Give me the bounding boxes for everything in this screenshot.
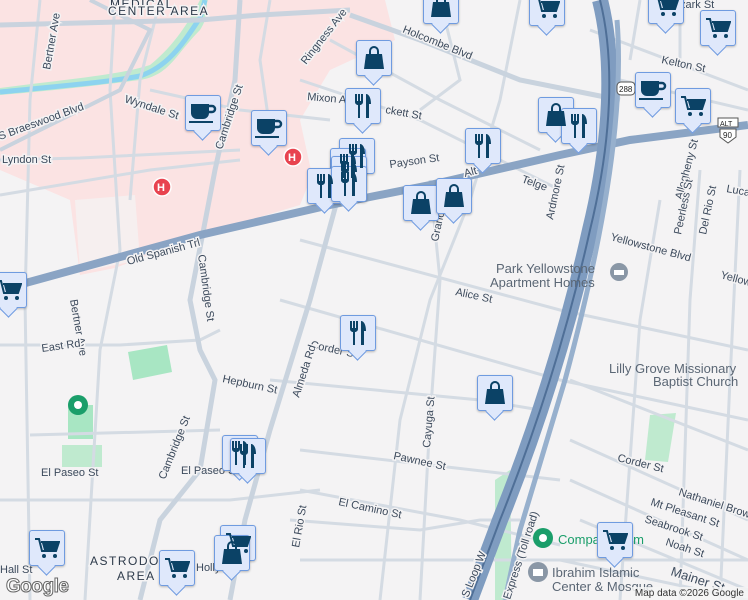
street-label: Cayuga St [421,396,437,448]
coffee-icon [639,78,667,102]
street-label: Payson St [389,152,440,171]
street-label: Hepburn St [221,373,278,396]
grocery-cart-icon [164,557,190,579]
grocery-cart-icon [0,279,22,301]
restaurant-marker[interactable] [331,166,367,202]
street-label: H [157,182,165,194]
grocery-cart-icon [34,537,60,559]
hospital-icon[interactable]: H [152,177,172,197]
street-label: Hall St [0,564,32,576]
restaurant-marker[interactable] [340,315,376,351]
grocery-cart-marker[interactable] [675,88,711,124]
grocery-cart-marker[interactable] [159,550,195,586]
restaurant-marker[interactable] [345,88,381,124]
highway-288 [462,0,621,600]
restaurant-marker[interactable] [465,128,501,164]
poi-park-yellowstone[interactable]: Park Yellowstone [496,261,595,276]
shopping-bag-icon [221,541,243,565]
street-label: 90 [723,131,732,140]
shopping-bag-marker[interactable] [436,178,472,214]
shopping-bag-icon [545,103,567,127]
park [62,445,102,467]
google-logo: Google [5,576,69,598]
grocery-cart-marker[interactable] [529,0,565,26]
poi-park-yellowstone-2[interactable]: Apartment Homes [490,275,595,290]
shopping-bag-marker[interactable] [356,40,392,76]
street-label: Telge [520,174,549,194]
grocery-cart-marker[interactable] [597,522,633,558]
street-label: Pawnee St [392,450,447,473]
grocery-cart-marker[interactable] [29,530,65,566]
museum-icon [610,263,628,281]
restaurant-icon [339,171,359,197]
shopping-bag-marker[interactable] [477,375,513,411]
shopping-bag-icon [410,191,432,215]
park [128,345,172,380]
shopping-bag-icon [363,46,385,70]
coffee-icon [189,101,217,125]
shopping-bag-icon [430,0,452,18]
grocery-cart-icon [534,0,560,19]
poi-mosque[interactable]: Ibrahim Islamic [552,565,640,580]
restaurant-icon [569,113,589,139]
street-label: ALT [720,121,733,128]
shopping-bag-marker[interactable] [423,0,459,24]
grocery-cart-icon [680,95,706,117]
grocery-cart-icon [602,529,628,551]
street-label: ckett St [384,104,422,122]
street-label: Del Rio St [697,185,719,236]
street-label: El Camino St [337,496,402,521]
grocery-cart-marker[interactable] [648,0,684,24]
street-label: El Rio St [290,504,309,548]
street-label: 288 [619,85,633,94]
street-label: Lyndon St [2,154,51,166]
coffee-icon [255,116,283,140]
highway-288-shield: 288 [616,81,636,96]
mosque-icon [528,562,548,582]
street-label: Luca [725,183,748,199]
area-label-astrodome-2: AREA [117,569,156,583]
restaurant-icon [473,133,493,159]
shopping-bag-icon [443,184,465,208]
restaurant-icon [353,93,373,119]
poi-lilly-grove-2[interactable]: Baptist Church [653,374,738,389]
area-label-medical-2: CENTER AREA [108,4,209,18]
grocery-cart-marker[interactable] [0,272,27,308]
street-label: El Paseo St [41,467,98,479]
coffee-marker[interactable] [251,110,287,146]
street-label: H [288,152,296,164]
restaurant-icon [238,443,258,469]
coffee-marker[interactable] [635,72,671,108]
coffee-marker[interactable] [185,95,221,131]
alt-90-shield: ALT 90 [717,117,739,144]
restaurant-icon [348,320,368,346]
street-label: Ardmore St [544,164,567,221]
grocery-cart-icon [705,17,731,39]
park-pin-icon [68,395,88,415]
street-label: Mixon A [307,91,348,106]
restaurant-icon [315,173,335,199]
street-label: East Rd [41,338,81,355]
street-label: Cambridge St [195,254,216,322]
hospital-icon[interactable]: H [283,147,303,167]
shopping-bag-marker[interactable] [403,185,439,221]
attribution[interactable]: Map data ©2026 Google [630,587,748,600]
shopping-bag-icon [484,381,506,405]
gym-pin-icon [533,528,553,548]
grocery-cart-icon [653,0,679,17]
grocery-cart-marker[interactable] [700,10,736,46]
